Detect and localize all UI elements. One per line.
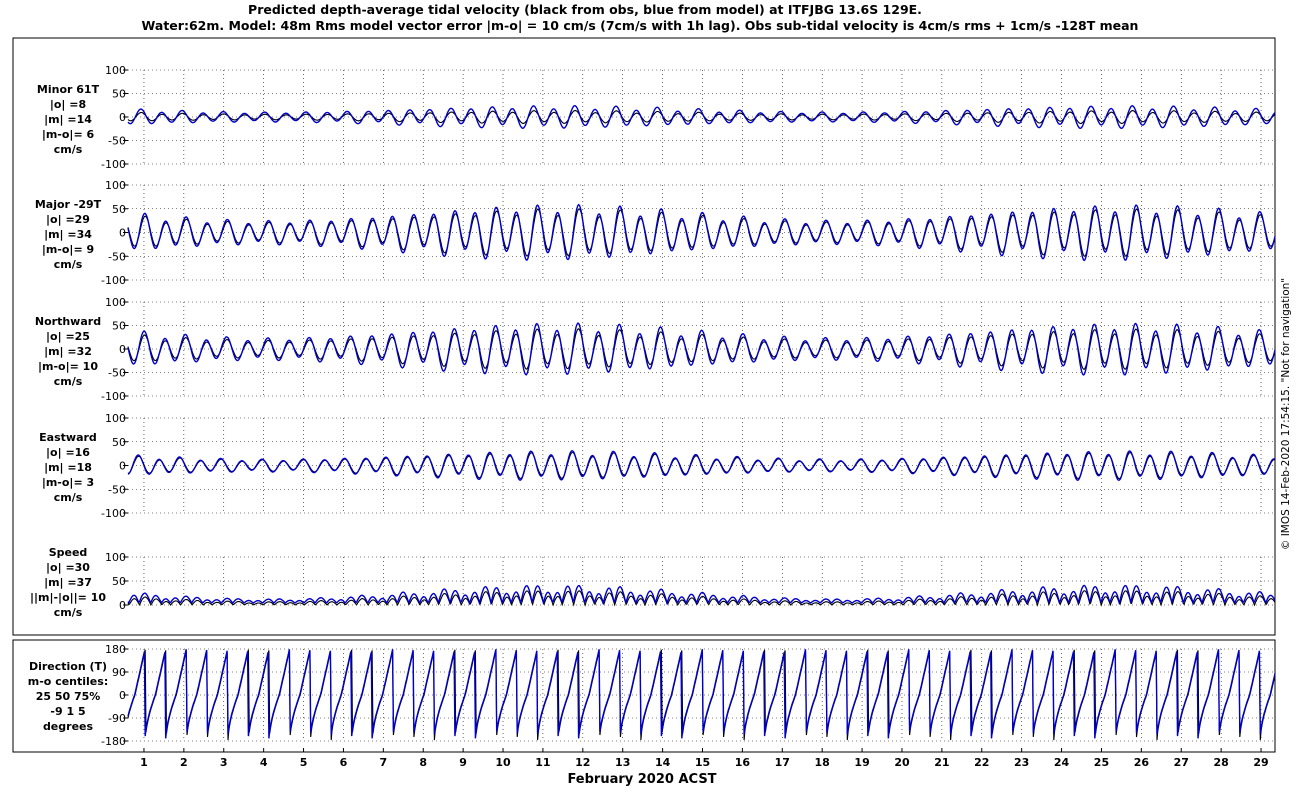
panel-label-line: m-o centiles: bbox=[28, 675, 108, 688]
chart-title-line2: Water:62m. Model: 48m Rms model vector e… bbox=[142, 18, 1139, 33]
panel-label-line: cm/s bbox=[54, 143, 83, 156]
panel-label-line: -9 1 5 bbox=[50, 705, 85, 718]
panel-label-line: degrees bbox=[43, 720, 94, 733]
x-tick-label: 5 bbox=[300, 756, 308, 769]
panel-label-line: Direction (T) bbox=[29, 660, 107, 673]
y-tick-label: 50 bbox=[112, 575, 126, 588]
x-tick-label: 29 bbox=[1253, 756, 1268, 769]
panel-label-line: |m-o|= 3 bbox=[42, 476, 94, 489]
panel-label-line: cm/s bbox=[54, 375, 83, 388]
y-tick-label: 50 bbox=[112, 436, 126, 449]
x-tick-label: 13 bbox=[615, 756, 630, 769]
x-tick-label: 16 bbox=[735, 756, 751, 769]
y-tick-label: -50 bbox=[108, 250, 126, 263]
y-tick-label: -100 bbox=[101, 274, 126, 287]
credit-text: © IMOS 14-Feb-2020 17:54:15. "Not for na… bbox=[1280, 278, 1292, 550]
panel-label-line: cm/s bbox=[54, 491, 83, 504]
x-tick-label: 19 bbox=[854, 756, 869, 769]
x-tick-label: 4 bbox=[260, 756, 268, 769]
x-tick-label: 12 bbox=[575, 756, 590, 769]
x-tick-label: 21 bbox=[934, 756, 949, 769]
panel-label-line: |o| =16 bbox=[46, 446, 90, 459]
chart-title-line1: Predicted depth-average tidal velocity (… bbox=[248, 2, 922, 17]
panel-label-line: Minor 61T bbox=[37, 83, 100, 96]
panel-label-line: |m-o|= 6 bbox=[42, 128, 95, 141]
x-tick-label: 26 bbox=[1134, 756, 1150, 769]
x-tick-label: 15 bbox=[695, 756, 710, 769]
y-tick-label: 180 bbox=[105, 643, 126, 656]
x-tick-label: 9 bbox=[459, 756, 467, 769]
y-tick-label: 50 bbox=[112, 320, 126, 333]
y-tick-label: 50 bbox=[112, 203, 126, 216]
y-tick-label: 50 bbox=[112, 88, 126, 101]
panel-label-line: |o| =30 bbox=[46, 561, 90, 574]
x-tick-label: 14 bbox=[655, 756, 671, 769]
y-tick-label: -50 bbox=[108, 483, 126, 496]
x-tick-label: 11 bbox=[535, 756, 550, 769]
panel-label-line: Major -29T bbox=[35, 198, 102, 211]
x-tick-label: 17 bbox=[775, 756, 790, 769]
x-tick-label: 27 bbox=[1174, 756, 1189, 769]
panel-label-line: ||m|-|o||= 10 bbox=[30, 591, 106, 604]
panel-label-line: Eastward bbox=[39, 431, 97, 444]
panel-label-line: cm/s bbox=[54, 258, 83, 271]
panel-label-line: cm/s bbox=[54, 606, 83, 619]
x-tick-label: 28 bbox=[1213, 756, 1228, 769]
y-tick-label: 100 bbox=[105, 179, 126, 192]
y-tick-label: 0 bbox=[119, 111, 126, 124]
y-tick-label: -100 bbox=[101, 158, 126, 171]
panel-label-line: 25 50 75% bbox=[36, 690, 101, 703]
x-tick-label: 6 bbox=[340, 756, 348, 769]
y-tick-label: 0 bbox=[119, 689, 126, 702]
x-tick-label: 3 bbox=[220, 756, 228, 769]
y-tick-label: 90 bbox=[112, 666, 126, 679]
x-axis-label: February 2020 ACST bbox=[567, 772, 716, 787]
panel-label-line: Speed bbox=[49, 546, 88, 559]
tidal-velocity-chart: Predicted depth-average tidal velocity (… bbox=[0, 0, 1300, 800]
y-tick-label: 100 bbox=[105, 412, 126, 425]
y-tick-label: 100 bbox=[105, 296, 126, 309]
x-tick-label: 25 bbox=[1094, 756, 1109, 769]
x-tick-label: 8 bbox=[419, 756, 427, 769]
y-tick-label: -180 bbox=[101, 735, 126, 748]
panel-label-line: |m-o|= 9 bbox=[42, 243, 94, 256]
x-tick-label: 20 bbox=[894, 756, 910, 769]
y-tick-label: 0 bbox=[119, 460, 126, 473]
y-tick-label: -100 bbox=[101, 507, 126, 520]
x-tick-label: 24 bbox=[1054, 756, 1070, 769]
x-tick-label: 7 bbox=[380, 756, 388, 769]
panel-label-line: |o| =29 bbox=[46, 213, 90, 226]
y-tick-label: -100 bbox=[101, 390, 126, 403]
x-tick-label: 18 bbox=[815, 756, 830, 769]
panel-label-line: |o| =8 bbox=[50, 98, 86, 111]
x-tick-label: 1 bbox=[140, 756, 148, 769]
panel-label-line: |m| =18 bbox=[44, 461, 92, 474]
y-tick-label: 0 bbox=[119, 227, 126, 240]
panel-label-line: |m| =32 bbox=[44, 345, 92, 358]
x-tick-label: 22 bbox=[974, 756, 989, 769]
y-tick-label: -50 bbox=[108, 367, 126, 380]
y-tick-label: 0 bbox=[119, 343, 126, 356]
y-tick-label: 100 bbox=[105, 64, 126, 77]
y-tick-label: 0 bbox=[119, 599, 126, 612]
x-tick-label: 10 bbox=[495, 756, 511, 769]
panel-label-line: |o| =25 bbox=[46, 330, 90, 343]
panel-label-line: |m-o|= 10 bbox=[38, 360, 98, 373]
y-tick-label: -50 bbox=[108, 135, 126, 148]
panel-label-line: |m| =37 bbox=[44, 576, 92, 589]
x-tick-label: 23 bbox=[1014, 756, 1029, 769]
panel-label-line: |m| =14 bbox=[44, 113, 92, 126]
panel-label-line: |m| =34 bbox=[44, 228, 92, 241]
x-tick-label: 2 bbox=[180, 756, 188, 769]
y-tick-label: 100 bbox=[105, 551, 126, 564]
panel-label-line: Northward bbox=[35, 315, 101, 328]
y-tick-label: -90 bbox=[108, 712, 126, 725]
